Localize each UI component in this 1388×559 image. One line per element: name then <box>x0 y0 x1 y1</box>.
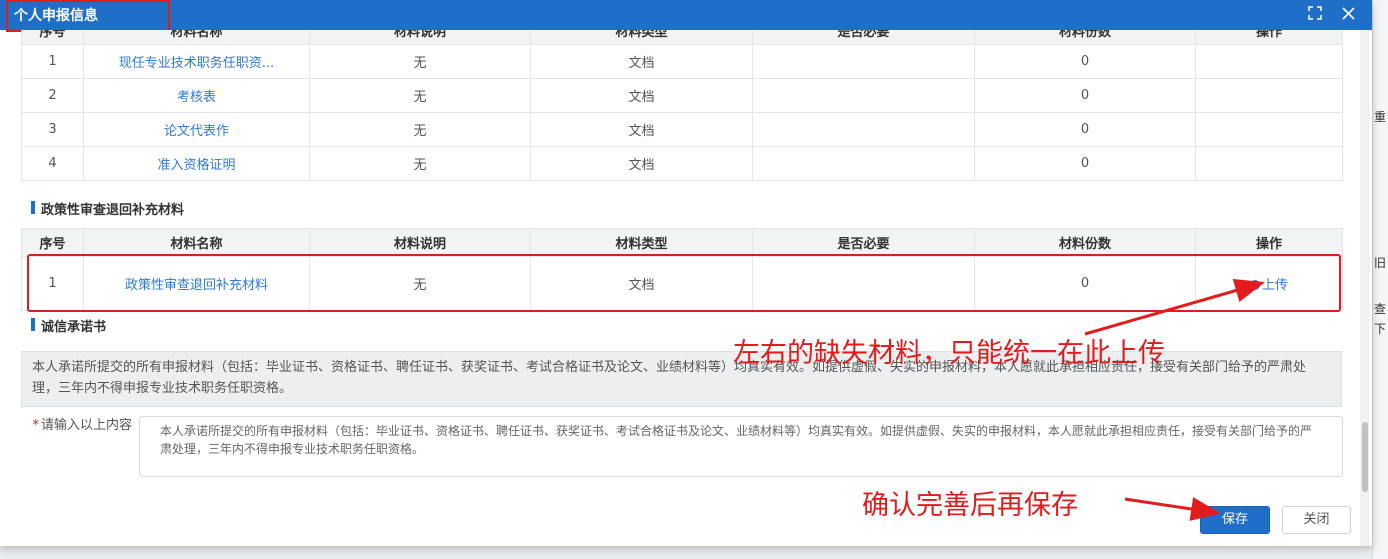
desc-cell: 无 <box>309 146 531 181</box>
material-name-link[interactable]: 论文代表作 <box>164 124 229 139</box>
table-header-cell: 操作 <box>1195 30 1343 45</box>
table-header-cell: 材料说明 <box>309 30 531 45</box>
close-button[interactable]: 关闭 <box>1282 506 1351 534</box>
save-annotation-text: 确认完善后再保存 <box>862 490 1078 521</box>
op-cell <box>1195 78 1343 113</box>
table-header-cell: 是否必要 <box>752 228 975 257</box>
count-cell: 0 <box>974 78 1196 113</box>
edge-fragment: 旧 <box>1374 256 1387 270</box>
op-cell <box>1195 112 1343 147</box>
count-cell: 0 <box>974 112 1196 147</box>
type-cell: 文档 <box>530 146 753 181</box>
edge-fragment: 查 <box>1374 302 1387 316</box>
edge-fragment: 重 <box>1374 110 1387 124</box>
desc-cell: 无 <box>309 44 531 79</box>
close-icon[interactable] <box>1342 5 1355 25</box>
op-cell <box>1195 44 1343 79</box>
scrollbar-thumb[interactable] <box>1362 422 1368 492</box>
table-row: 1 现任专业技术职务任职资... 无 文档 0 <box>21 44 1343 79</box>
material-name-link[interactable]: 考核表 <box>177 90 216 105</box>
name-cell: 现任专业技术职务任职资... <box>83 44 310 79</box>
table-header-cell: 序号 <box>21 228 84 257</box>
table-header-cell: 材料名称 <box>83 30 310 45</box>
count-cell: 0 <box>974 44 1196 79</box>
type-cell: 文档 <box>530 112 753 147</box>
table-header-cell: 操作 <box>1195 228 1343 257</box>
name-cell: 论文代表作 <box>83 112 310 147</box>
table-header-cell: 是否必要 <box>752 30 975 45</box>
upload-annotation-text: 左右的缺失材料，只能统一在此上传 <box>733 338 1165 369</box>
seq-cell: 1 <box>21 44 84 79</box>
required-cell <box>752 146 975 181</box>
pledge-input-textarea[interactable]: 本人承诺所提交的所有申报材料（包括：毕业证书、资格证书、聘任证书、获奖证书、考试… <box>139 416 1343 477</box>
table-row: 2 考核表 无 文档 0 <box>21 78 1343 113</box>
fullscreen-icon[interactable] <box>1308 5 1322 25</box>
type-cell: 文档 <box>530 78 753 113</box>
name-cell: 准入资格证明 <box>83 146 310 181</box>
upload-row-highlight-box <box>27 254 1341 312</box>
required-cell <box>752 78 975 113</box>
seq-cell: 4 <box>21 146 84 181</box>
material-name-link[interactable]: 现任专业技术职务任职资... <box>119 56 274 71</box>
table-header-row: 序号 材料名称 材料说明 材料类型 是否必要 材料份数 操作 <box>21 228 1343 257</box>
modal-scrollbar[interactable] <box>1360 30 1370 546</box>
title-highlight-box <box>6 0 170 32</box>
required-asterisk: * <box>32 418 39 433</box>
seq-cell: 2 <box>21 78 84 113</box>
pledge-input-label: * 请输入以上内容 <box>32 418 132 433</box>
save-button[interactable]: 保存 <box>1200 506 1270 534</box>
required-cell <box>752 112 975 147</box>
edge-fragment: 下 <box>1374 322 1387 336</box>
seq-cell: 3 <box>21 112 84 147</box>
count-cell: 0 <box>974 146 1196 181</box>
material-name-link[interactable]: 准入资格证明 <box>157 158 235 173</box>
required-cell <box>752 44 975 79</box>
table-header-cell: 材料份数 <box>974 30 1196 45</box>
table-row: 3 论文代表作 无 文档 0 <box>21 112 1343 147</box>
table-header-cell: 材料说明 <box>309 228 531 257</box>
background-page-edge: 重 旧 查 下 <box>1372 0 1388 559</box>
declaration-modal: 个人申报信息 序号 材料名称 材料说明 材料类型 是否必要 材料份数 操作 1 … <box>0 0 1372 546</box>
modal-header: 个人申报信息 <box>0 0 1372 30</box>
table-header-row: 序号 材料名称 材料说明 材料类型 是否必要 材料份数 操作 <box>21 30 1343 45</box>
desc-cell: 无 <box>309 112 531 147</box>
table-header-cell: 材料类型 <box>530 30 753 45</box>
desc-cell: 无 <box>309 78 531 113</box>
section-title-policy: 政策性审查退回补充材料 <box>31 199 184 218</box>
materials-table: 序号 材料名称 材料说明 材料类型 是否必要 材料份数 操作 1 现任专业技术职… <box>21 30 1343 181</box>
name-cell: 考核表 <box>83 78 310 113</box>
table-row: 4 准入资格证明 无 文档 0 <box>21 146 1343 181</box>
table-header-cell: 材料名称 <box>83 228 310 257</box>
section-title-pledge: 诚信承诺书 <box>31 316 106 335</box>
op-cell <box>1195 146 1343 181</box>
table-header-cell: 序号 <box>21 30 84 45</box>
table-header-cell: 材料类型 <box>530 228 753 257</box>
table-header-cell: 材料份数 <box>974 228 1196 257</box>
type-cell: 文档 <box>530 44 753 79</box>
